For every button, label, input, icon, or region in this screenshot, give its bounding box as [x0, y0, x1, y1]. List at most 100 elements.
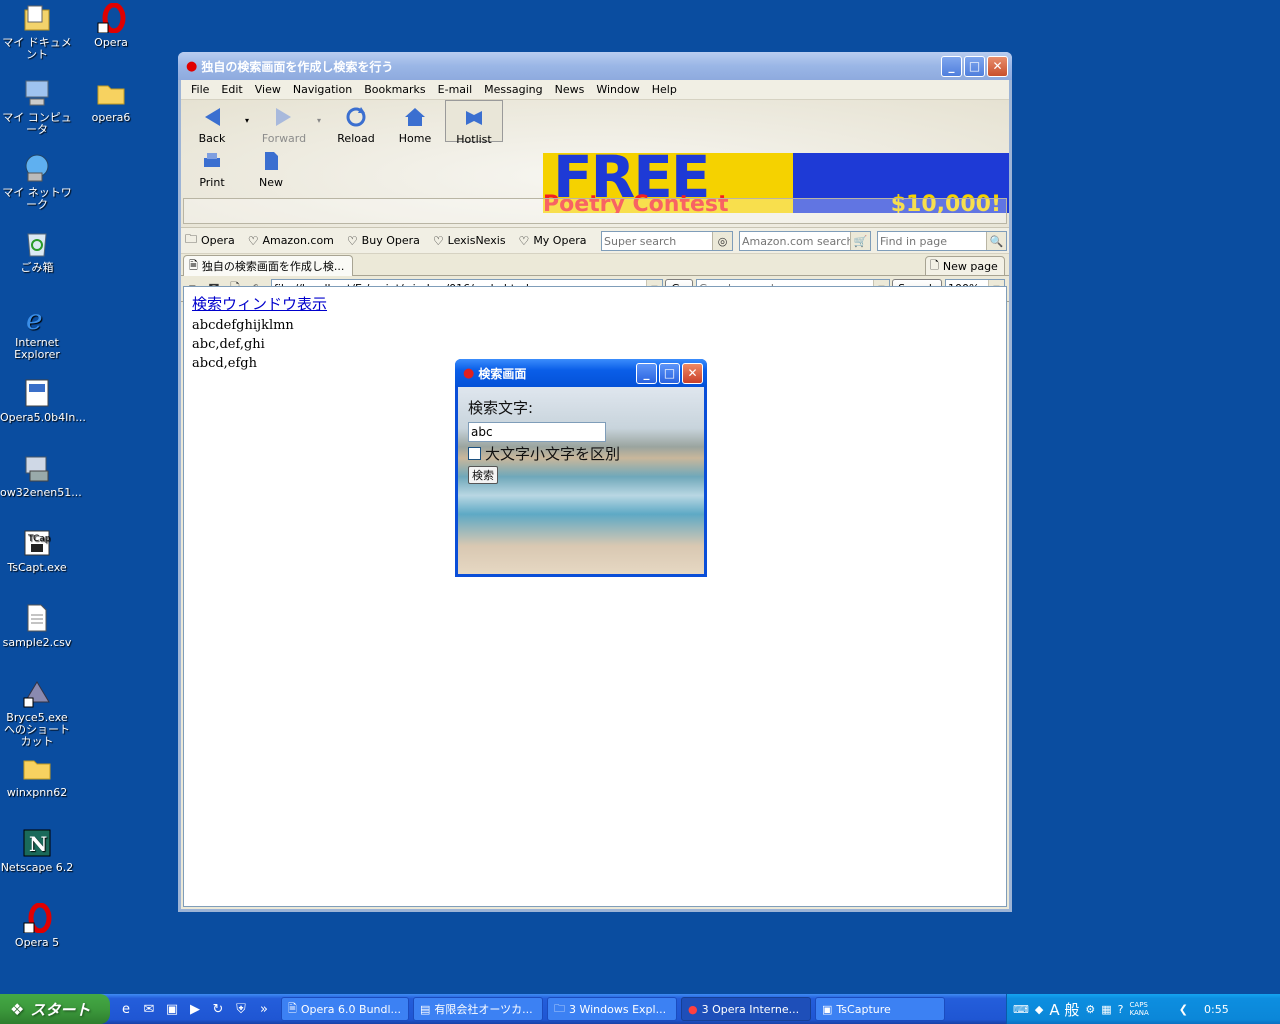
keyboard-icon[interactable]: ⌨ — [1013, 1003, 1029, 1016]
reload-button[interactable]: Reload — [331, 104, 381, 145]
menu-window[interactable]: Window — [590, 83, 645, 96]
print-button[interactable]: Print — [187, 148, 237, 189]
media-quicklaunch-icon[interactable]: ▶ — [185, 999, 205, 1019]
task-company-doc[interactable]: ▤ 有限会社オーツカ... — [413, 997, 543, 1021]
popup-titlebar[interactable]: ● 検索画面 _ □ ✕ — [455, 359, 707, 387]
maximize-button[interactable]: □ — [964, 55, 985, 77]
network-icon — [21, 152, 53, 184]
menu-bookmarks[interactable]: Bookmarks — [358, 83, 431, 96]
menu-messaging[interactable]: Messaging — [478, 83, 548, 96]
tab-current-page[interactable]: 🗎 独自の検索画面を作成し検... — [183, 255, 353, 276]
ie-quicklaunch-icon[interactable]: e — [116, 999, 136, 1019]
personal-bar-lexisnexis[interactable]: ♡ LexisNexis — [433, 234, 506, 248]
start-button[interactable]: ❖ スタート — [0, 994, 110, 1024]
personal-bar-opera[interactable]: 🗀 Opera — [185, 230, 235, 251]
popup-maximize-button[interactable]: □ — [659, 362, 680, 384]
menu-view[interactable]: View — [249, 83, 287, 96]
desktop-icon-opera[interactable]: Opera — [74, 2, 148, 49]
dictionary-icon[interactable]: ▦ — [1101, 1003, 1111, 1016]
amazon-search-input[interactable] — [740, 234, 850, 248]
popup-minimize-button[interactable]: _ — [636, 362, 657, 384]
mail-quicklaunch-icon[interactable]: ✉ — [139, 999, 159, 1019]
personal-bar-amazon[interactable]: ♡ Amazon.com — [248, 234, 334, 248]
desktop-icon-tscapt[interactable]: TCap TsCapt.exe — [0, 527, 74, 574]
menu-news[interactable]: News — [549, 83, 591, 96]
desktop-quicklaunch-icon[interactable]: ▣ — [162, 999, 182, 1019]
desktop-icon-ow32enen51[interactable]: ow32enen51... — [0, 452, 82, 499]
installer-icon — [21, 377, 53, 409]
desktop-icon-opera5[interactable]: Opera 5 — [0, 902, 74, 949]
refresh-quicklaunch-icon[interactable]: ↻ — [208, 999, 228, 1019]
search-submit-button[interactable]: 検索 — [468, 466, 498, 484]
search-window-link[interactable]: 検索ウィンドウ表示 — [192, 293, 998, 314]
minimize-button[interactable]: _ — [941, 55, 962, 77]
hotlist-button[interactable]: Hotlist — [445, 100, 503, 146]
desktop-icon-winxpnn62[interactable]: winxpnn62 — [0, 752, 74, 799]
super-search-input[interactable] — [602, 234, 712, 248]
forward-button[interactable]: Forward — [259, 104, 309, 145]
search-text-input[interactable] — [468, 422, 606, 442]
desktop-icon-recycle-bin[interactable]: ごみ箱 — [0, 227, 74, 274]
find-in-page-field[interactable]: 🔍 — [877, 231, 1007, 251]
menu-help[interactable]: Help — [646, 83, 683, 96]
close-button[interactable]: ✕ — [987, 55, 1008, 77]
tray-expand-icon[interactable]: ❮ — [1179, 1003, 1188, 1016]
file-icon — [21, 602, 53, 634]
desktop-icon-internet-explorer[interactable]: e Internet Explorer — [0, 302, 74, 361]
new-button[interactable]: New — [246, 148, 296, 189]
page-icon: 🗎 — [189, 258, 198, 272]
search-label: 検索文字: — [468, 399, 534, 417]
my-computer-icon — [21, 77, 53, 109]
shield-quicklaunch-icon[interactable]: ⛨ — [231, 999, 251, 1019]
desktop-icon-my-documents[interactable]: マイ ドキュメント — [0, 2, 74, 61]
super-search-icon[interactable]: ◎ — [712, 232, 732, 250]
back-dropdown-icon[interactable]: ▾ — [245, 116, 249, 125]
home-button[interactable]: Home — [390, 104, 440, 145]
popup-close-button[interactable]: ✕ — [682, 362, 703, 384]
case-sensitive-checkbox[interactable] — [468, 447, 481, 460]
desktop-icon-bryce5[interactable]: Bryce5.exe へのショートカット — [0, 677, 74, 748]
desktop-icon-sample2csv[interactable]: sample2.csv — [0, 602, 74, 649]
help-icon[interactable]: ? — [1118, 1003, 1124, 1016]
case-sensitive-option[interactable]: 大文字小文字を区別 — [468, 443, 694, 464]
ime-mode[interactable]: A 般 — [1049, 999, 1079, 1020]
browser-titlebar[interactable]: ● 独自の検索画面を作成し検索を行う _ □ ✕ — [178, 52, 1012, 80]
my-documents-icon — [21, 2, 53, 34]
back-button[interactable]: Back — [187, 104, 237, 145]
task-opera-internet[interactable]: ● 3 Opera Interne... — [681, 997, 811, 1021]
desktop-icon-netscape[interactable]: N Netscape 6.2 — [0, 827, 74, 874]
tab-bar: 🗎 独自の検索画面を作成し検... 🗋 New page — [181, 254, 1009, 276]
desktop-icon-my-network[interactable]: マイ ネットワーク — [0, 152, 74, 211]
menu-edit[interactable]: Edit — [215, 83, 248, 96]
folder-icon — [95, 77, 127, 109]
recycle-bin-icon — [21, 227, 53, 259]
ie-icon: e — [21, 302, 53, 334]
desktop-icon-my-computer[interactable]: マイ コンピュータ — [0, 77, 74, 136]
forward-dropdown-icon[interactable]: ▾ — [317, 116, 321, 125]
chevron-icon[interactable]: » — [254, 999, 274, 1019]
new-page-button[interactable]: 🗋 New page — [925, 256, 1005, 276]
desktop-icon-opera50b4[interactable]: Opera5.0b4In... — [0, 377, 86, 424]
personal-bar-my-opera[interactable]: ♡ My Opera — [519, 234, 587, 248]
menu-file[interactable]: File — [185, 83, 215, 96]
desktop-icon-opera6[interactable]: opera6 — [74, 77, 148, 124]
bryce-icon — [21, 677, 53, 709]
task-windows-explorer[interactable]: 🗀 3 Windows Expl... — [547, 997, 677, 1021]
opera-icon: ● — [186, 58, 198, 74]
super-search-field[interactable]: ◎ — [601, 231, 733, 251]
cart-icon[interactable]: 🛒 — [850, 232, 870, 250]
menu-email[interactable]: E-mail — [432, 83, 479, 96]
menu-navigation[interactable]: Navigation — [287, 83, 358, 96]
ime-icon[interactable]: ◆ — [1035, 1003, 1043, 1016]
task-opera-bundle[interactable]: 🗎 Opera 6.0 Bundl... — [281, 997, 409, 1021]
find-in-page-input[interactable] — [878, 234, 986, 248]
installer-icon — [21, 452, 53, 484]
personal-bar-buy-opera[interactable]: ♡ Buy Opera — [347, 234, 420, 248]
task-tscapture[interactable]: ▣ TsCapture — [815, 997, 945, 1021]
magnifier-icon[interactable]: 🔍 — [986, 232, 1006, 250]
tools-icon[interactable]: ⚙ — [1085, 1003, 1095, 1016]
forward-arrow-icon — [271, 104, 297, 130]
capture-icon: TCap — [21, 527, 53, 559]
page-text-line: abc,def,ghi — [192, 337, 265, 352]
amazon-search-field[interactable]: 🛒 — [739, 231, 871, 251]
